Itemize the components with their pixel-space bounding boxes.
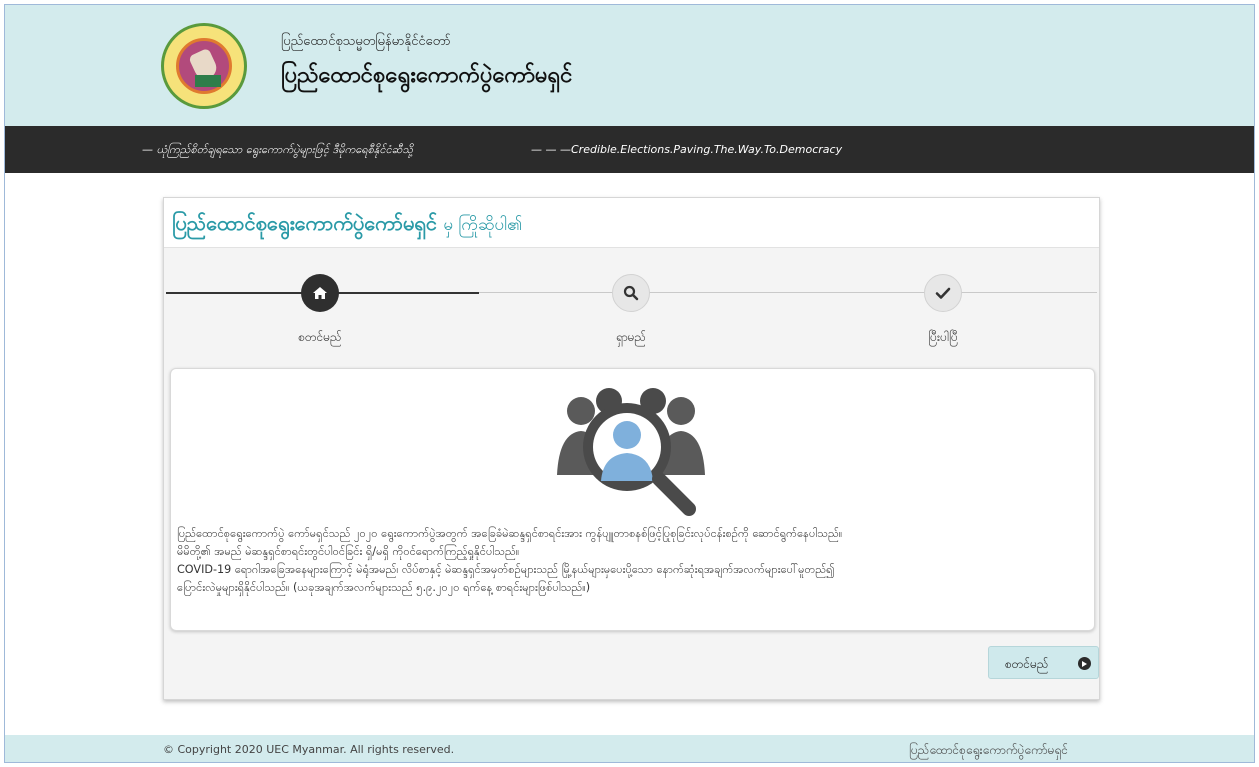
uec-logo — [161, 23, 247, 109]
chevron-right-circle-icon — [1078, 657, 1091, 670]
motto-ticker: — ယုံကြည်စိတ်ချရသော ရွေးကောက်ပွဲများဖြင့… — [5, 126, 1254, 173]
header-subtitle: ပြည်ထောင်စုသမ္မတမြန်မာနိုင်ငံတော် — [281, 34, 451, 49]
welcome-panel: ပြည်ထောင်စုရွေးကောက်ပွဲကော်မရှင် မှ ကြို… — [163, 197, 1100, 700]
motto-english: — — —Credible.Elections.Paving.The.Way.T… — [531, 143, 843, 156]
start-button[interactable]: စတင်မည် — [988, 646, 1099, 679]
panel-title-greeting: မှ ကြိုဆိုပါ၏ — [443, 215, 523, 235]
wizard-step-search-label: ရှာမည် — [615, 330, 647, 344]
wizard-step-start[interactable] — [301, 274, 339, 312]
info-paragraph-1: ပြည်ထောင်စုရွေးကောက်ပွဲ ကော်မရှင်သည် ၂၀၂… — [177, 527, 843, 540]
home-icon — [312, 286, 328, 300]
info-paragraph-4: ပြောင်းလဲမှုများရှိနိုင်ပါသည်။ (ယခုအချက်… — [177, 581, 591, 594]
voter-search-illustration — [551, 383, 711, 519]
wizard-step-start-label: စတင်မည် — [298, 330, 342, 344]
motto-myanmar: — ယုံကြည်စိတ်ချရသော ရွေးကောက်ပွဲများဖြင့… — [142, 143, 413, 156]
footer-org-name: ပြည်ထောင်စုရွေးကောက်ပွဲကော်မရှင် — [909, 743, 1068, 757]
site-footer: © Copyright 2020 UEC Myanmar. All rights… — [5, 735, 1254, 762]
check-icon — [935, 286, 951, 300]
search-icon — [623, 285, 639, 301]
wizard-step-done[interactable] — [924, 274, 962, 312]
logo-ballot-box — [195, 75, 221, 87]
panel-title: ပြည်ထောင်စုရွေးကောက်ပွဲကော်မရှင် မှ ကြို… — [172, 210, 522, 240]
wizard-track-line — [479, 292, 1097, 293]
start-button-label: စတင်မည် — [1005, 657, 1049, 671]
info-paragraph-2: မိမိတို့၏ အမည် မဲဆန္ဒရှင်စာရင်းတွင်ပါဝင်… — [177, 545, 520, 558]
site-header: ပြည်ထောင်စုသမ္မတမြန်မာနိုင်ငံတော် ပြည်ထေ… — [5, 5, 1254, 126]
wizard-step-done-label: ပြီးပါပြီ — [928, 330, 958, 344]
logo-inner-seal — [176, 38, 232, 94]
browser-viewport: ပြည်ထောင်စုသမ္မတမြန်မာနိုင်ငံတော် ပြည်ထေ… — [4, 4, 1255, 763]
copyright-text: © Copyright 2020 UEC Myanmar. All rights… — [163, 743, 455, 756]
panel-title-org: ပြည်ထောင်စုရွေးကောက်ပွဲကော်မရှင် — [172, 211, 437, 235]
info-box: ပြည်ထောင်စုရွေးကောက်ပွဲ ကော်မရှင်သည် ၂၀၂… — [170, 368, 1095, 631]
panel-header: ပြည်ထောင်စုရွေးကောက်ပွဲကော်မရှင် မှ ကြို… — [164, 198, 1099, 248]
wizard-step-search[interactable] — [612, 274, 650, 312]
info-paragraph-3: COVID-19 ရောဂါအခြေအနေများကြောင့် မဲရုံအမ… — [177, 563, 835, 576]
header-title: ပြည်ထောင်စုရွေးကောက်ပွဲကော်မရှင် — [281, 63, 573, 88]
